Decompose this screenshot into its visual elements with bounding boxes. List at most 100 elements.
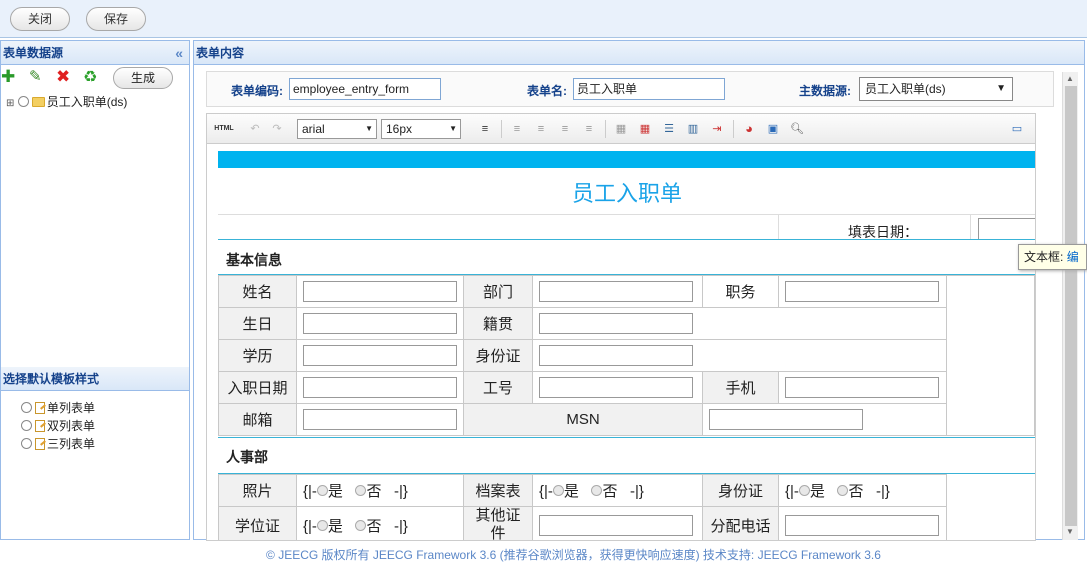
chevron-down-icon: ▼ (449, 124, 457, 133)
row-icon[interactable]: ☰ (661, 121, 677, 137)
radio-no[interactable] (837, 485, 849, 496)
align-left-icon[interactable]: ≡ (509, 121, 525, 137)
dept-input[interactable] (539, 281, 693, 302)
job-no-input[interactable] (539, 377, 693, 398)
column-icon[interactable]: ▥ (685, 121, 701, 137)
form-name-input[interactable]: 员工入职单 (573, 78, 725, 100)
education-input[interactable] (303, 345, 457, 366)
align-justify-icon[interactable]: ≡ (581, 121, 597, 137)
top-toolbar: 关闭 保存 (0, 0, 1087, 38)
native-input[interactable] (539, 313, 693, 334)
post-input[interactable] (785, 281, 939, 302)
html-source-icon[interactable]: HTML (213, 121, 235, 137)
line-height-icon[interactable]: ≡ (477, 121, 493, 137)
divider (970, 214, 971, 239)
form-code-input[interactable]: employee_entry_form (289, 78, 441, 100)
title-bar (218, 151, 1035, 168)
tooltip-edit-link[interactable]: 编 (1067, 250, 1079, 264)
other-cert-label: 其他证件 (463, 506, 533, 540)
scroll-down-icon[interactable]: ▼ (1066, 527, 1074, 536)
radio-no[interactable] (591, 485, 603, 496)
radio-yes[interactable] (316, 519, 328, 531)
degree-radio-group[interactable]: {|- 是 否 -|} (296, 506, 464, 540)
email-input[interactable] (303, 409, 457, 430)
scrollbar-thumb[interactable] (1065, 86, 1077, 526)
hr-table: 照片 {|- 是 否 -|} 档案表 {|- 是 否 -|} 身份证 {|- 是 否 … (218, 474, 947, 540)
template-panel-header: 选择默认模板样式 (1, 367, 189, 391)
vertical-scrollbar[interactable]: ▲ ▼ (1062, 72, 1078, 540)
datasource-select[interactable]: 员工入职单(ds) ▼ (859, 77, 1013, 101)
template-option[interactable]: 三列表单 (21, 435, 189, 453)
phone-input[interactable] (785, 514, 939, 536)
radio-yes-label: 是 (809, 483, 825, 500)
radio-prefix: {|- (785, 483, 799, 500)
radio-no[interactable] (355, 519, 367, 531)
align-center-icon[interactable]: ≡ (533, 121, 549, 137)
generate-button[interactable]: 生成 (113, 67, 173, 89)
chart-icon[interactable]: ◕ (741, 121, 757, 137)
doc-title: 员工入职单 (571, 181, 682, 206)
divider (218, 437, 1035, 438)
id-card-input[interactable] (539, 345, 693, 366)
template-radio[interactable] (21, 438, 32, 449)
preview-icon[interactable]: ▣ (765, 121, 781, 137)
table-icon[interactable]: ▦ (613, 121, 629, 137)
template-option[interactable]: 单列表单 (21, 399, 189, 417)
merge-cells-icon[interactable]: ⇥ (709, 121, 725, 137)
msn-cell (702, 403, 947, 436)
doc-icon (35, 402, 45, 414)
doc-icon (35, 420, 45, 432)
photo-area (946, 275, 1035, 436)
msn-input[interactable] (709, 409, 863, 430)
add-icon[interactable]: ✚ (1, 67, 15, 87)
font-size-select[interactable]: 16px ▼ (381, 119, 461, 139)
scroll-up-icon[interactable]: ▲ (1066, 74, 1074, 83)
align-right-icon[interactable]: ≡ (557, 121, 573, 137)
form-name-label: 表单名: (527, 84, 567, 98)
save-button[interactable]: 保存 (86, 7, 146, 31)
font-family-select[interactable]: arial ▼ (297, 119, 377, 139)
radio-yes-label: 是 (327, 483, 343, 500)
fill-date-input[interactable] (978, 218, 1035, 240)
radio-yes[interactable] (552, 485, 564, 496)
radio-no[interactable] (355, 485, 367, 496)
expand-icon[interactable]: ⊞ (6, 98, 14, 109)
template-radio[interactable] (21, 420, 32, 431)
template-option-label: 三列表单 (47, 437, 96, 451)
native-cell (532, 307, 947, 340)
tree-item-label: 员工入职单(ds) (46, 95, 128, 109)
tree-item[interactable]: ⊞ 员工入职单(ds) (1, 93, 189, 111)
table-row: 生日 籍贯 (218, 307, 1035, 340)
other-cert-input[interactable] (539, 514, 693, 536)
insert-table-icon[interactable]: ▦ (637, 121, 653, 137)
template-radio[interactable] (21, 402, 32, 413)
photo-radio-group[interactable]: {|- 是 否 -|} (296, 474, 464, 507)
birthday-input[interactable] (303, 313, 457, 334)
collapse-left-icon[interactable]: « (175, 41, 183, 65)
close-button[interactable]: 关闭 (10, 7, 70, 31)
chevron-down-icon: ▼ (365, 124, 373, 133)
delete-icon[interactable]: ✖ (56, 67, 70, 87)
entry-date-input[interactable] (303, 377, 457, 398)
radio-yes[interactable] (798, 485, 810, 496)
form-content-panel: 表单内容 表单编码: employee_entry_form 表单名: 员工入职… (193, 40, 1085, 541)
name-input[interactable] (303, 281, 457, 302)
divider (218, 214, 1035, 215)
redo-icon[interactable]: ↷ (269, 121, 285, 137)
template-option[interactable]: 双列表单 (21, 417, 189, 435)
divider (778, 214, 779, 239)
datasource-panel-header: 表单数据源 « (1, 41, 189, 65)
toolbar-separator (501, 120, 502, 138)
fullscreen-icon[interactable]: ▭ (1009, 121, 1025, 137)
undo-icon[interactable]: ↶ (247, 121, 263, 137)
id-card-radio-group[interactable]: {|- 是 否 -|} (778, 474, 947, 507)
refresh-icon[interactable]: ♻ (83, 67, 97, 87)
search-icon[interactable]: 🔍︎ (789, 121, 805, 137)
tree-radio[interactable] (17, 96, 29, 107)
table-row: 学历 身份证 (218, 339, 1035, 372)
archive-radio-group[interactable]: {|- 是 否 -|} (532, 474, 703, 507)
radio-yes[interactable] (316, 485, 328, 496)
radio-no-label: 否 (366, 517, 382, 535)
mobile-input[interactable] (785, 377, 939, 398)
edit-icon[interactable]: ✎ (29, 67, 42, 85)
